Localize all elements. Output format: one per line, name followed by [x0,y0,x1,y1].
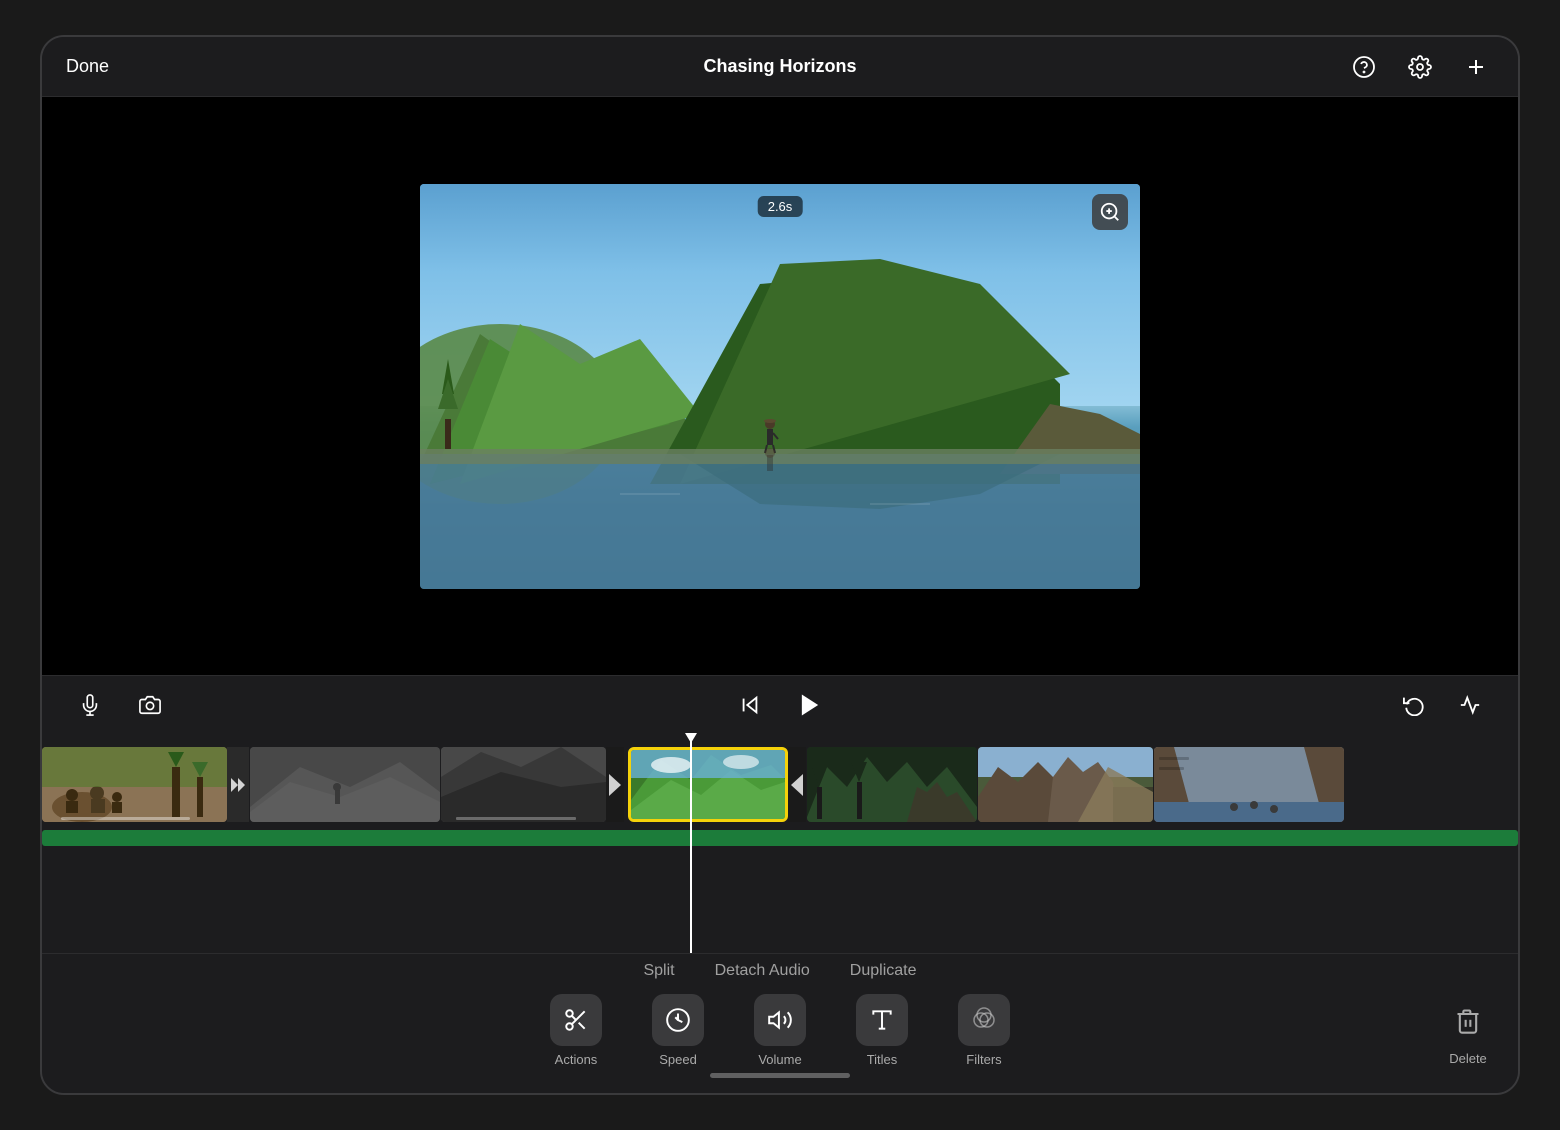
clip-2[interactable] [250,747,440,822]
titles-label: Titles [867,1052,898,1067]
volume-label: Volume [758,1052,801,1067]
titles-icon [869,1007,895,1033]
clip-1[interactable] [42,747,227,822]
scissors-icon [563,1007,589,1033]
controls-left [72,687,168,723]
settings-button[interactable] [1402,49,1438,85]
zoom-button[interactable] [1092,194,1128,230]
transition-2-left[interactable] [606,747,624,822]
audio-track [42,830,1518,846]
clip-5[interactable] [978,747,1153,822]
video-preview: 2.6s [420,184,1140,589]
actions-icon-wrap [550,994,602,1046]
microphone-button[interactable] [72,687,108,723]
titles-tool[interactable]: Titles [856,994,908,1067]
help-button[interactable] [1346,49,1382,85]
top-bar-center: Chasing Horizons [703,56,856,77]
filters-icon-wrap [958,994,1010,1046]
delete-button[interactable]: Delete [1442,995,1494,1066]
camera-button[interactable] [132,687,168,723]
tool-items: Actions Speed [42,994,1518,1067]
bottom-toolbar: Split Detach Audio Duplicate [42,953,1518,1093]
clip-4[interactable] [807,747,977,822]
speed-tool[interactable]: Speed [652,994,704,1067]
top-bar-right [1346,49,1494,85]
controls-bar [42,675,1518,733]
video-area: 2.6s [42,97,1518,675]
timeline-area[interactable] [42,733,1518,953]
volume-icon [767,1007,793,1033]
actions-label: Actions [555,1052,598,1067]
project-title: Chasing Horizons [703,56,856,76]
delete-label: Delete [1449,1051,1487,1066]
context-actions: Split Detach Audio Duplicate [643,962,916,980]
filters-tool[interactable]: Filters [958,994,1010,1067]
actions-tool[interactable]: Actions [550,994,602,1067]
empty-timeline-space [42,852,1518,932]
volume-icon-wrap [754,994,806,1046]
top-bar: Done Chasing Horizons [42,37,1518,97]
tools-row: Actions Speed [42,994,1518,1067]
filters-label: Filters [966,1052,1001,1067]
transition-1[interactable] [227,747,249,822]
clouds-decoration [420,184,1140,589]
titles-icon-wrap [856,994,908,1046]
volume-tool[interactable]: Volume [754,994,806,1067]
speed-icon [665,1007,691,1033]
speed-icon-wrap [652,994,704,1046]
duplicate-button[interactable]: Duplicate [850,962,917,980]
video-canvas: 2.6s [420,184,1140,589]
skip-back-button[interactable] [732,687,768,723]
controls-right [1396,687,1488,723]
transition-2-right[interactable] [788,747,806,822]
play-button[interactable] [788,683,832,727]
done-button[interactable]: Done [66,56,109,77]
speed-label: Speed [659,1052,697,1067]
clip-1-progress [61,817,191,820]
split-button[interactable]: Split [643,962,674,980]
controls-center [732,683,832,727]
add-button[interactable] [1458,49,1494,85]
filters-icon [971,1007,997,1033]
clip-3[interactable] [441,747,606,822]
device-frame: Done Chasing Horizons [40,35,1520,1095]
clip-selected[interactable] [628,747,788,822]
clip-6[interactable] [1154,747,1344,822]
top-bar-left: Done [66,56,109,77]
home-indicator [710,1073,850,1078]
detach-audio-button[interactable]: Detach Audio [715,962,810,980]
audio-wave-button[interactable] [1452,687,1488,723]
undo-button[interactable] [1396,687,1432,723]
delete-icon-wrap [1442,995,1494,1047]
trash-icon [1454,1007,1482,1035]
video-clips-track [42,733,1518,828]
timestamp-badge: 2.6s [758,196,803,217]
